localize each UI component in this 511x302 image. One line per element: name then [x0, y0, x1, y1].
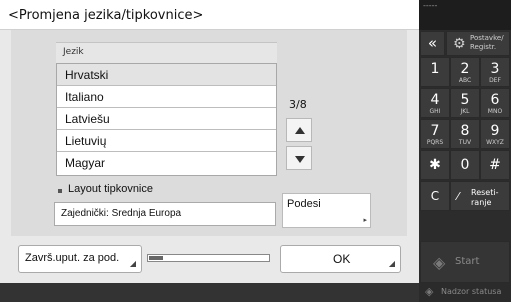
key-digit: 2 [460, 61, 470, 77]
bullet-icon [58, 189, 62, 193]
language-item[interactable]: Magyar [57, 152, 276, 174]
ok-button[interactable]: OK ◢ [280, 245, 401, 273]
reset-icon: ⁄ [457, 190, 459, 203]
language-item[interactable]: Hrvatski [57, 64, 276, 86]
arrow-down-icon [295, 156, 305, 163]
key-0[interactable]: 0 [450, 150, 480, 180]
key-digit: 9 [490, 123, 500, 139]
clear-button[interactable]: C [420, 181, 450, 211]
scroll-up-button[interactable] [286, 118, 312, 142]
finish-setup-button[interactable]: Završ.uput. za pod. ◢ [18, 245, 142, 273]
reset-label: Reseti- ranje [471, 188, 499, 207]
key-letters: MNO [487, 108, 503, 115]
key-letters: WXYZ [486, 139, 504, 146]
key-digit: 1 [430, 61, 440, 77]
language-list-header-label: Jezik [63, 47, 84, 57]
title-bar: <Promjena jezika/tipkovnice> [0, 0, 419, 30]
key-letters: TUV [458, 139, 472, 146]
status-monitor-label: Nadzor statusa [441, 287, 502, 296]
status-monitor-button[interactable]: ◈ Nadzor statusa [419, 283, 511, 302]
key-digit: 4 [430, 92, 440, 108]
reset-button[interactable]: ⁄ Reseti- ranje [450, 181, 510, 211]
preferences-label: Postavke/ Registr. [470, 34, 504, 51]
finish-setup-label: Završ.uput. za pod. [25, 252, 120, 264]
key-8[interactable]: 8 TUV [450, 119, 480, 149]
key-digit: 5 [460, 92, 470, 108]
keypad-top-bar: ----- [419, 0, 511, 30]
screen: <Promjena jezika/tipkovnice> Jezik Hrvat… [0, 0, 511, 302]
back-button[interactable]: « [420, 31, 445, 56]
keypad-dashes: ----- [423, 1, 438, 10]
key-letters: PQRS [426, 139, 444, 146]
key-digit: 0 [460, 157, 470, 173]
corner-arrow-icon: ◢ [129, 259, 136, 268]
main-panel: <Promjena jezika/tipkovnice> Jezik Hrvat… [0, 0, 419, 283]
double-chevron-left-icon: « [427, 34, 438, 52]
key-letters: DEF [489, 77, 501, 84]
language-list: Hrvatski Italiano Latviešu Lietuvių Magy… [56, 63, 277, 176]
key-7[interactable]: 7 PQRS [420, 119, 450, 149]
key-2[interactable]: 2 ABC [450, 57, 480, 87]
progress-fill [149, 256, 163, 260]
status-monitor-icon: ◈ [425, 285, 434, 298]
key-4[interactable]: 4 GHI [420, 88, 450, 118]
preferences-button[interactable]: ⚙ Postavke/ Registr. [446, 31, 510, 56]
gear-icon: ⚙ [453, 36, 466, 52]
key-9[interactable]: 9 WXYZ [480, 119, 510, 149]
key-hash[interactable]: # [480, 150, 510, 180]
keypad-panel: ----- « ⚙ Postavke/ Registr. 1 2 ABC 3 D… [419, 0, 511, 283]
scroll-down-button[interactable] [286, 146, 312, 170]
key-1[interactable]: 1 [420, 57, 450, 87]
language-item[interactable]: Latviešu [57, 108, 276, 130]
clear-label: C [430, 189, 440, 203]
key-digit: 8 [460, 123, 470, 139]
keyboard-layout-label: Layout tipkovnice [68, 183, 153, 195]
start-diamond-icon: ◈ [433, 253, 446, 272]
start-button[interactable]: ◈ Start [420, 241, 510, 283]
start-label: Start [455, 256, 480, 267]
ok-button-label: OK [333, 252, 351, 266]
key-letters: GHI [429, 108, 441, 115]
language-item[interactable]: Italiano [57, 86, 276, 108]
page-counter: 3/8 [289, 98, 307, 111]
key-letters: JKL [460, 108, 470, 115]
page-title: <Promjena jezika/tipkovnice> [8, 8, 204, 23]
key-5[interactable]: 5 JKL [450, 88, 480, 118]
setup-button[interactable]: Podesi ▸ [282, 193, 371, 228]
key-digit: # [489, 157, 501, 173]
corner-arrow-icon: ◢ [388, 259, 395, 268]
key-digit: 6 [490, 92, 500, 108]
key-letters: ABC [458, 77, 472, 84]
language-list-header: Jezik [56, 42, 277, 63]
arrow-up-icon [295, 127, 305, 134]
setup-button-label: Podesi [287, 198, 321, 210]
key-digit: ✱ [429, 157, 441, 173]
key-digit: 3 [490, 61, 500, 77]
language-item[interactable]: Lietuvių [57, 130, 276, 152]
progress-bar [147, 254, 270, 262]
key-digit: 7 [430, 123, 440, 139]
key-6[interactable]: 6 MNO [480, 88, 510, 118]
key-star[interactable]: ✱ [420, 150, 450, 180]
chevron-right-icon: ▸ [363, 216, 367, 224]
keyboard-layout-field: Zajednički: Srednja Europa [54, 202, 276, 226]
key-3[interactable]: 3 DEF [480, 57, 510, 87]
